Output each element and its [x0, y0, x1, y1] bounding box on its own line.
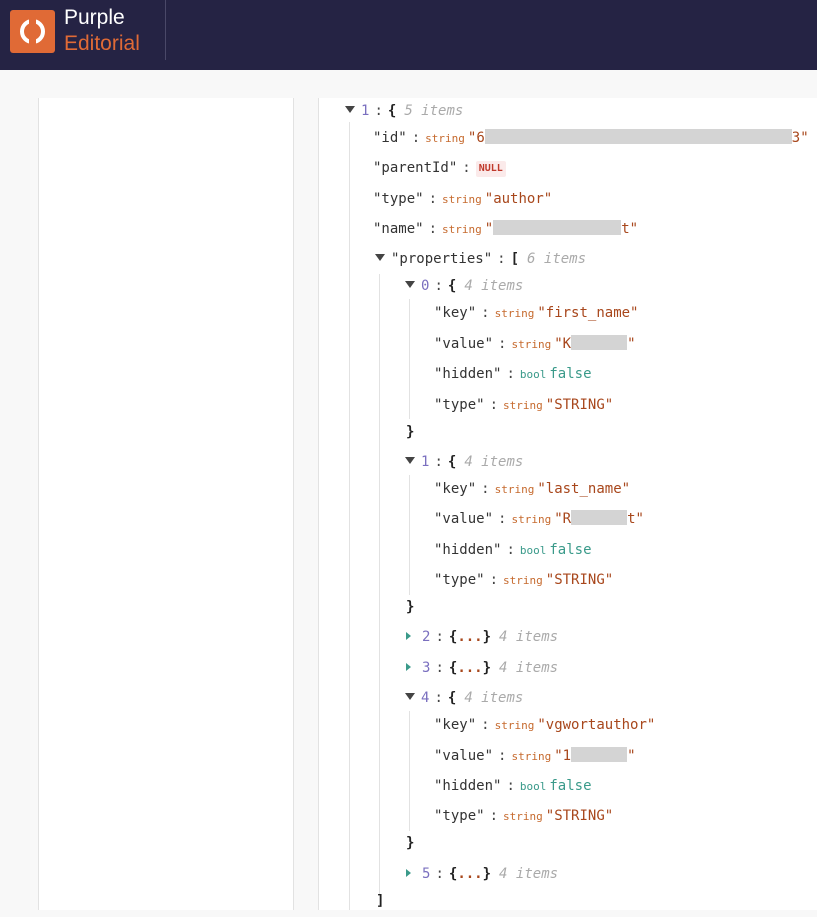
json-close-brace: }: [406, 835, 415, 851]
json-row-type[interactable]: "type": string "STRING": [434, 805, 613, 827]
json-node-root[interactable]: 1:{5 items: [345, 100, 463, 122]
json-node-item-3[interactable]: 3: {...} 4 items: [406, 657, 558, 679]
guide-properties: [379, 274, 380, 894]
json-row-hidden[interactable]: "hidden": bool false: [434, 363, 592, 385]
json-row-key[interactable]: "key": string "last_name": [434, 478, 630, 500]
redacted-block: [571, 510, 628, 525]
json-row-type[interactable]: "type": string "STRING": [434, 569, 613, 591]
json-row-type[interactable]: "type": string "author": [373, 188, 552, 210]
json-node-item-4[interactable]: 4:{4 items: [405, 687, 523, 709]
json-row-type[interactable]: "type": string "STRING": [434, 394, 613, 416]
app-header: Purple Editorial: [0, 0, 817, 70]
redacted-block: [493, 220, 622, 235]
json-node-item-1[interactable]: 1:{4 items: [405, 451, 523, 473]
json-row-hidden[interactable]: "hidden": bool false: [434, 539, 592, 561]
json-node-properties[interactable]: "properties":[6 items: [375, 248, 586, 270]
json-row-id[interactable]: "id": string "6 3": [373, 127, 809, 149]
guide-item-0: [409, 299, 410, 419]
guide-root: [349, 122, 350, 910]
collapse-arrow-icon[interactable]: [405, 693, 415, 700]
expand-arrow-icon[interactable]: [406, 869, 411, 877]
expand-arrow-icon[interactable]: [406, 632, 411, 640]
json-row-key[interactable]: "key": string "vgwortauthor": [434, 714, 655, 736]
redacted-block: [571, 747, 628, 762]
json-row-key[interactable]: "key": string "first_name": [434, 302, 639, 324]
purple-logo[interactable]: [10, 10, 55, 53]
json-node-item-2[interactable]: 2: {...} 4 items: [406, 626, 558, 648]
json-row-value[interactable]: "value": string "R t": [434, 508, 644, 530]
json-close-brace: }: [406, 599, 415, 615]
json-node-item-0[interactable]: 0:{4 items: [405, 275, 523, 297]
collapse-arrow-icon[interactable]: [405, 281, 415, 288]
json-row-name[interactable]: "name": string " t": [373, 218, 638, 240]
guide-item-1: [409, 475, 410, 595]
header-divider: [165, 0, 166, 60]
json-row-parentId[interactable]: "parentId": NULL: [373, 157, 506, 179]
redacted-block: [484, 129, 792, 144]
json-row-hidden[interactable]: "hidden": bool false: [434, 775, 592, 797]
brand-name: Purple: [64, 6, 125, 29]
json-close-brace: }: [406, 424, 415, 440]
expand-arrow-icon[interactable]: [406, 663, 411, 671]
left-panel: [38, 98, 294, 910]
collapse-arrow-icon[interactable]: [375, 254, 385, 261]
json-close-bracket: ]: [376, 893, 385, 909]
collapse-arrow-icon[interactable]: [345, 106, 355, 113]
redacted-block: [571, 335, 628, 350]
guide-item-4: [409, 711, 410, 831]
json-row-value[interactable]: "value": string "1 ": [434, 745, 636, 767]
null-badge: NULL: [475, 161, 506, 177]
json-node-item-5[interactable]: 5: {...} 4 items: [406, 863, 558, 885]
collapse-arrow-icon[interactable]: [405, 457, 415, 464]
brand-subtitle: Editorial: [64, 32, 140, 55]
json-row-value[interactable]: "value": string "K ": [434, 333, 636, 355]
